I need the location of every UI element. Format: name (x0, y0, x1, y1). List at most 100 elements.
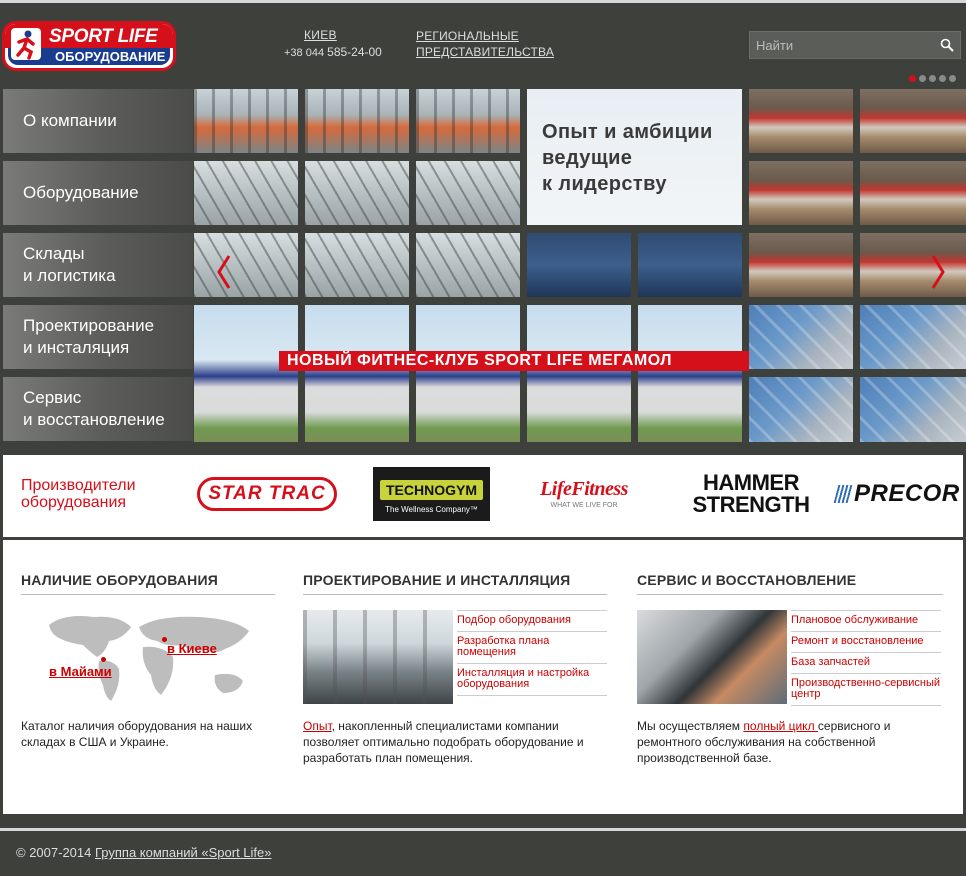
slide-tile-facade (638, 233, 742, 297)
nav-label: О компании (23, 111, 117, 130)
slider-dot[interactable] (949, 75, 956, 82)
world-map: в Киеве в Майами (21, 595, 275, 713)
brand-hammer-strength-logo[interactable]: HAMMER STRENGTH (693, 469, 811, 519)
company-group-link[interactable]: Группа компаний «Sport Life» (95, 845, 272, 860)
slide-tile-building (194, 305, 298, 442)
nav-item-equipment[interactable]: Оборудование (3, 161, 193, 225)
slide-tile-building (305, 305, 409, 442)
regional-offices-link[interactable]: РЕГИОНАЛЬНЫЕ ПРЕДСТАВИТЕЛЬСТВА (416, 28, 554, 60)
nav-item-design[interactable]: Проектирование и инсталяция (3, 305, 193, 369)
slider-dot[interactable] (929, 75, 936, 82)
section-availability: НАЛИЧИЕ ОБОРУДОВАНИЯ в Киеве в Майами Ка… (21, 572, 275, 749)
search-icon[interactable] (940, 38, 954, 52)
slider-next-arrow-icon[interactable] (930, 254, 946, 290)
nav-label-line1: Проектирование (23, 316, 155, 335)
hero-line3: к лидерству (542, 173, 667, 195)
service-desc: Мы осуществляем полный цикл сервисного и… (637, 718, 943, 766)
brand-hammer-line1: HAMMER (703, 470, 800, 495)
brands-title-line1: Производители (21, 477, 136, 494)
availability-desc: Каталог наличия оборудования на наших ск… (21, 719, 253, 749)
top-divider (0, 0, 966, 3)
content-area: НАЛИЧИЕ ОБОРУДОВАНИЯ в Киеве в Майами Ка… (3, 540, 963, 814)
phone-number: +38 044 585-24-00 (284, 45, 382, 59)
slide-tile-plan (749, 305, 853, 369)
full-cycle-link[interactable]: полный цикл (743, 719, 818, 733)
brands-strip: Производители оборудования STAR TRAC TEC… (3, 455, 963, 537)
design-link-selection[interactable]: Подбор оборудования (457, 610, 607, 631)
slide-tile-gym (305, 89, 409, 153)
miami-pin-icon (101, 657, 106, 662)
nav-label-line2: и инсталяция (23, 338, 130, 357)
slider-prev-arrow-icon[interactable] (216, 254, 232, 290)
service-desc-pre: Мы осуществляем (637, 719, 744, 733)
service-link-repair[interactable]: Ремонт и восстановление (791, 631, 941, 652)
nav-item-about[interactable]: О компании (3, 89, 193, 153)
slide-tile-gym (416, 89, 520, 153)
brand-startrac-logo[interactable]: STAR TRAC (197, 477, 337, 511)
slide-tile-plan (860, 305, 966, 369)
precor-stripes-icon (833, 485, 853, 503)
service-link-parts[interactable]: База запчастей (791, 652, 941, 673)
miami-link[interactable]: в Майами (49, 664, 112, 679)
brand-technogym-logo[interactable]: TECHNOGYM The Wellness Company™ (373, 467, 490, 521)
brands-title-line2: оборудования (21, 494, 127, 511)
slider-dot[interactable] (919, 75, 926, 82)
brand-lifefitness-text: LifeFitness (540, 477, 628, 500)
footer: © 2007-2014 Группа компаний «Sport Life» (16, 845, 272, 860)
experience-link[interactable]: Опыт (303, 719, 332, 733)
nav-label-line1: Сервис (23, 388, 82, 407)
nav-label: Склады и логистика (23, 243, 116, 287)
building-banner: НОВЫЙ ФИТНЕС-КЛУБ SPORT LIFE МЕГАМОЛ (279, 351, 749, 371)
brand-technogym-text: TECHNOGYM (380, 480, 483, 500)
service-photo[interactable] (637, 610, 787, 704)
sport-life-logo[interactable]: SPORT LIFE ОБОРУДОВАНИЕ (2, 21, 176, 71)
brand-precor-text: PRECOR (854, 480, 960, 507)
slide-tile-building (527, 305, 631, 442)
copyright: © 2007-2014 (16, 845, 92, 860)
design-link-installation[interactable]: Инсталляция и настройка оборудования (457, 663, 607, 696)
nav-label-line2: и логистика (23, 266, 116, 285)
slide-tile-gym (194, 89, 298, 153)
logo-text-sport-life: SPORT LIFE (49, 26, 158, 47)
design-desc: Опыт, накопленный специалистами компании… (303, 718, 607, 766)
design-links: Подбор оборудования Разработка плана пом… (457, 610, 607, 696)
brands-title: Производители оборудования (21, 477, 136, 511)
design-link-plan[interactable]: Разработка плана помещения (457, 631, 607, 663)
slide-tile-building (416, 305, 520, 442)
section-title: ПРОЕКТИРОВАНИЕ И ИНСТАЛЛЯЦИЯ (303, 572, 607, 595)
city-link[interactable]: КИЕВ (304, 28, 337, 42)
service-link-planned[interactable]: Плановое обслуживание (791, 610, 941, 631)
service-links: Плановое обслуживание Ремонт и восстанов… (791, 610, 941, 706)
slider-dot[interactable] (909, 75, 916, 82)
slide-tile-athletes (749, 89, 853, 153)
slide-tile-plan (860, 377, 966, 442)
world-map-icon (49, 616, 249, 701)
search-input[interactable] (750, 32, 930, 58)
slide-tile-gym (416, 233, 520, 297)
phone-main: 585-24-00 (327, 45, 382, 59)
brand-lifefitness-logo[interactable]: LifeFitness WHAT WE LIVE FOR (522, 473, 646, 513)
slider-dot[interactable] (939, 75, 946, 82)
phone-prefix: +38 044 (284, 47, 325, 59)
hero-line1: Опыт и амбиции (542, 121, 713, 143)
nav-item-service[interactable]: Сервис и восстановление (3, 377, 193, 441)
brand-precor-logo[interactable]: PRECOR (833, 479, 962, 509)
brand-startrac-text: STAR TRAC (208, 483, 326, 504)
brand-technogym-sub: The Wellness Company™ (385, 505, 478, 514)
search-box (749, 31, 961, 59)
hero-slider: НОВЫЙ ФИТНЕС-КЛУБ SPORT LIFE МЕГАМОЛ Опы… (194, 89, 966, 442)
section-title: НАЛИЧИЕ ОБОРУДОВАНИЯ (21, 572, 275, 595)
nav-label: Проектирование и инсталяция (23, 315, 154, 359)
service-link-center[interactable]: Производственно-сервисный центр (791, 673, 941, 706)
nav-label: Оборудование (23, 183, 139, 202)
slide-tile-gym (194, 233, 298, 297)
slide-tile-gym (194, 161, 298, 225)
slide-tile-athletes (860, 161, 966, 225)
nav-item-warehouses[interactable]: Склады и логистика (3, 233, 193, 297)
slide-tile-gym (305, 161, 409, 225)
nav-label-line1: Склады (23, 244, 85, 263)
section-design: ПРОЕКТИРОВАНИЕ И ИНСТАЛЛЯЦИЯ Подбор обор… (303, 572, 607, 765)
kiev-link[interactable]: в Киеве (167, 641, 217, 656)
design-photo[interactable] (303, 610, 453, 704)
slide-tile-athletes (860, 89, 966, 153)
